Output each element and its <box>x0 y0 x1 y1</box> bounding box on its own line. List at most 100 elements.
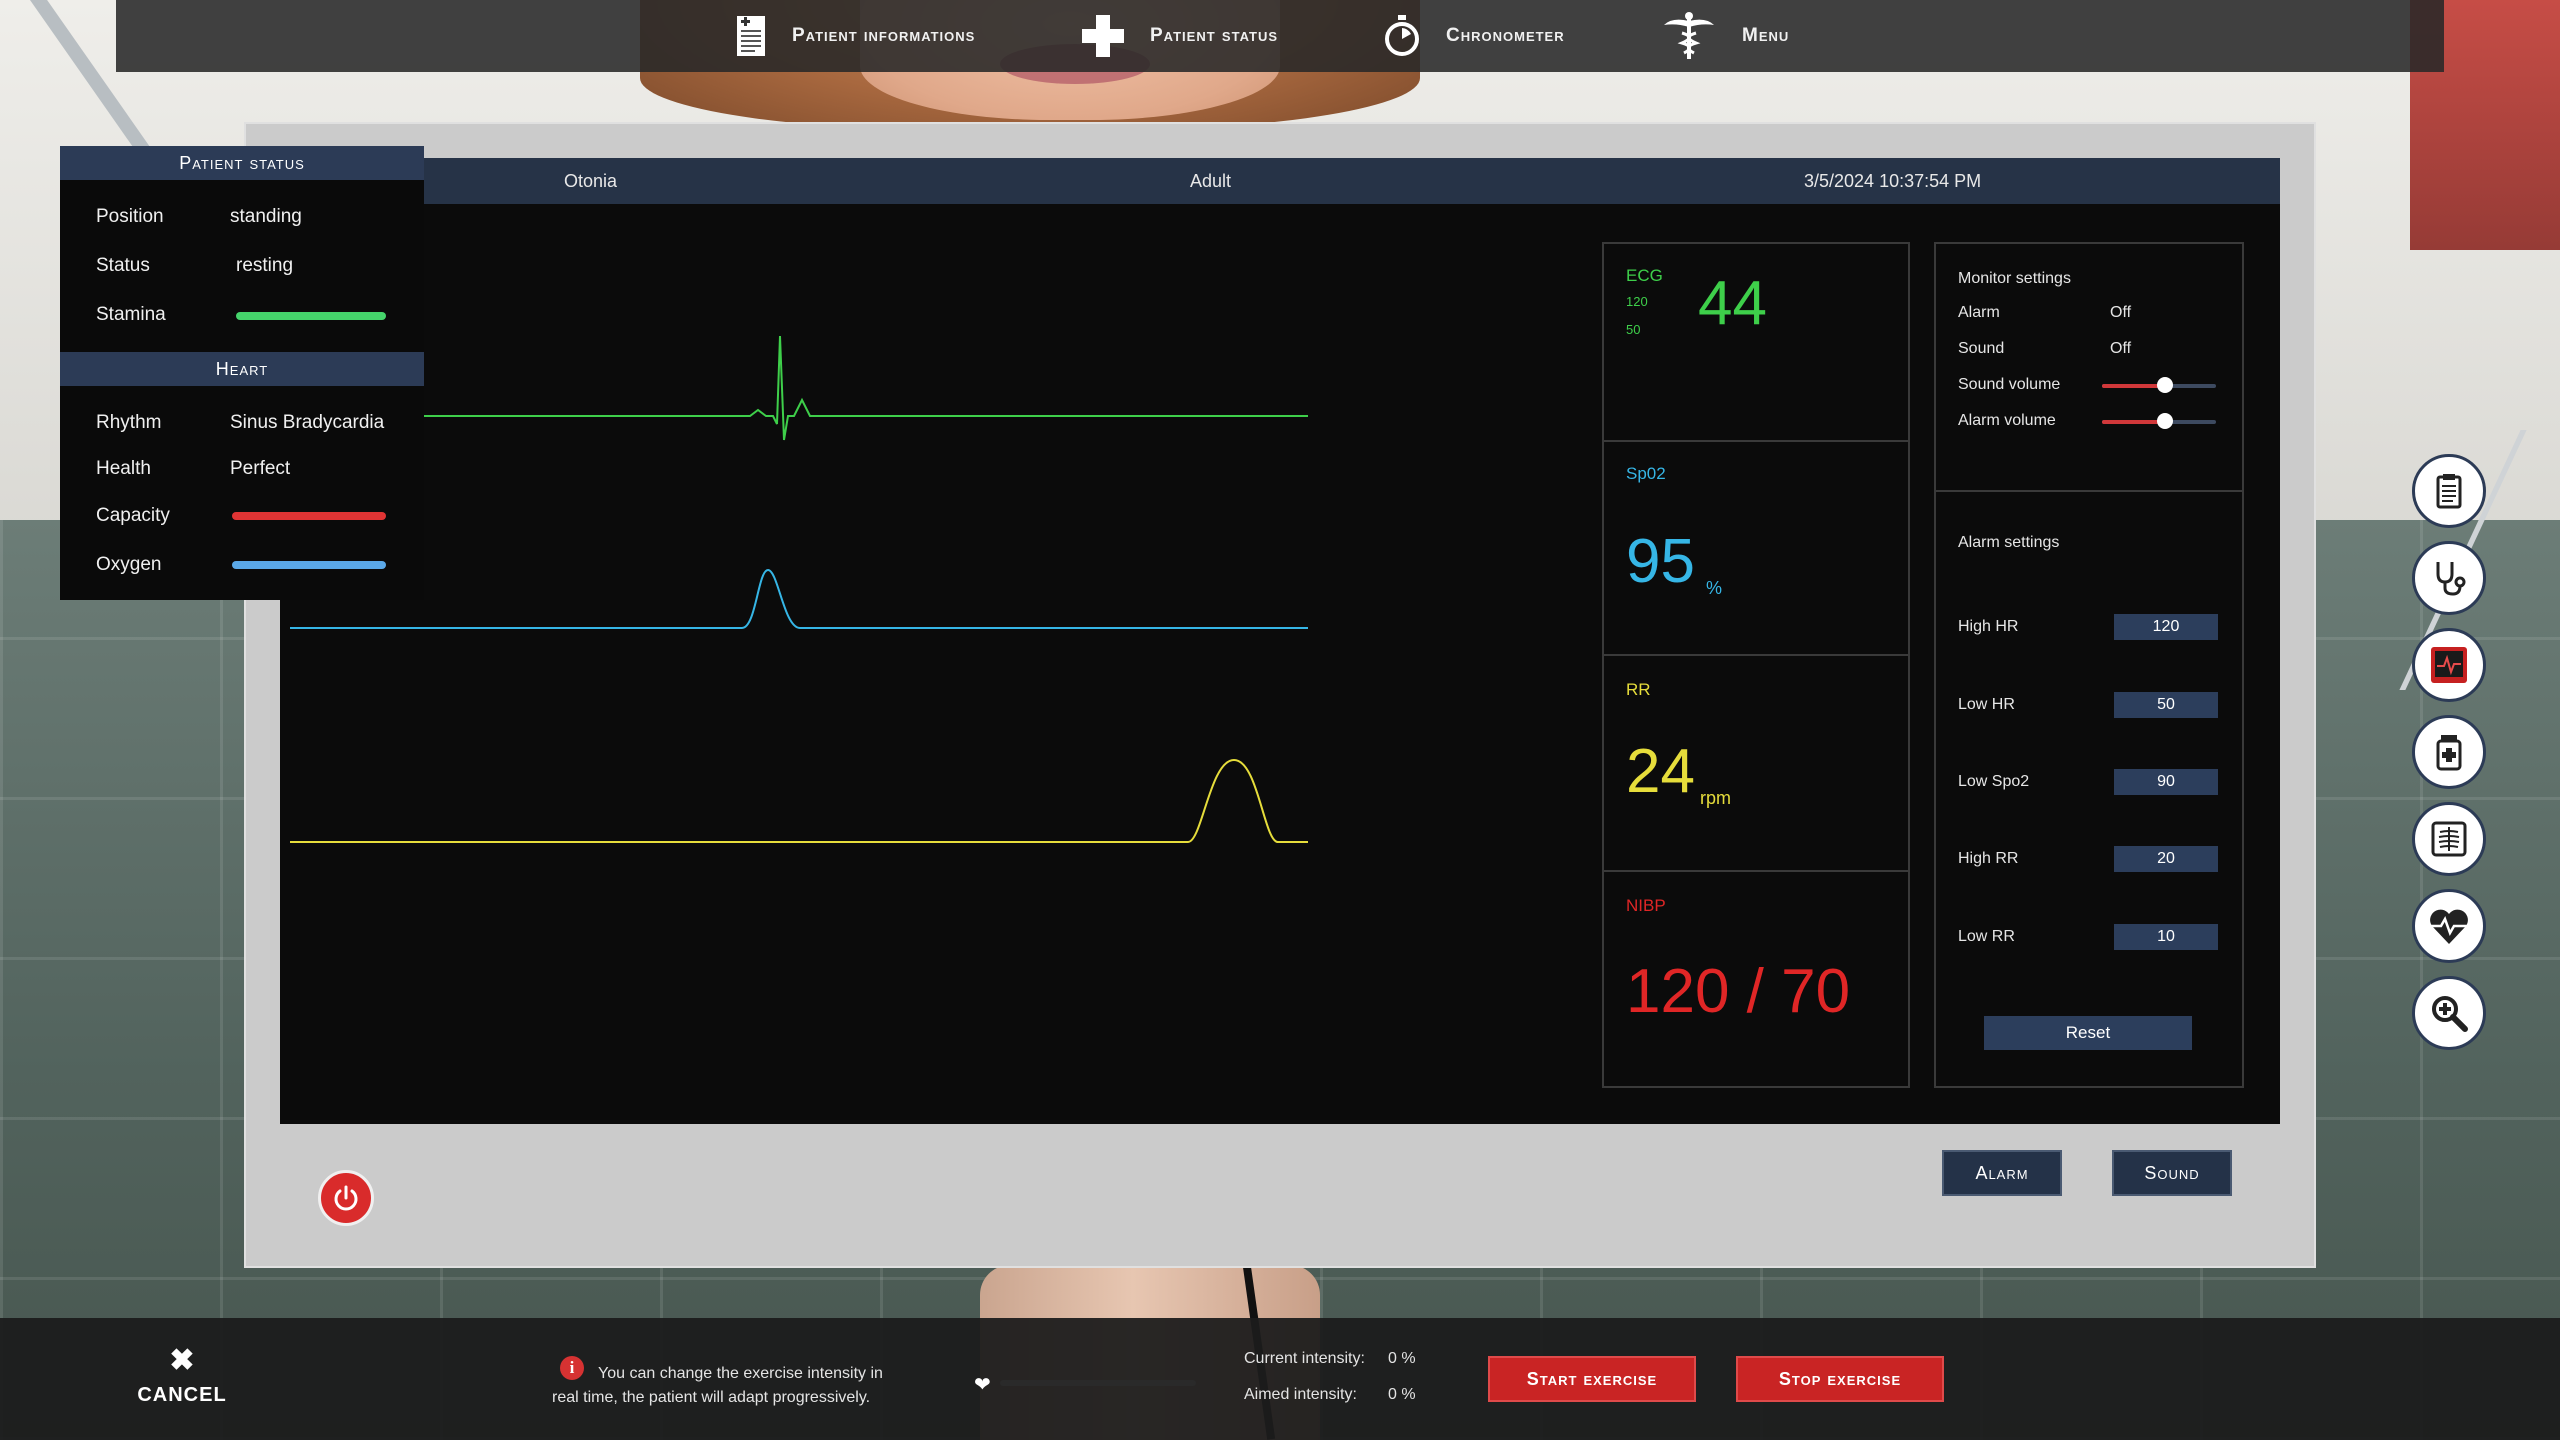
waveform-area <box>280 335 1308 843</box>
heart-title: Heart <box>60 352 424 386</box>
monitor-header: Otonia Adult 3/5/2024 10:37:54 PM <box>280 158 2280 204</box>
high-hr-input[interactable]: 120 <box>2114 614 2218 640</box>
current-intensity-value: 0 % <box>1388 1350 1416 1367</box>
spo2-unit: % <box>1706 578 1723 598</box>
top-menu-patient-informations[interactable]: Patient informations <box>736 0 975 72</box>
clipboard-icon <box>2436 474 2462 509</box>
rr-waveform <box>290 758 1308 843</box>
alarm-volume-handle[interactable] <box>2156 413 2173 429</box>
high-hr-label: High HR <box>1958 618 2019 635</box>
health-value: Perfect <box>230 458 291 479</box>
alarm-volume-fill <box>2102 420 2165 424</box>
capacity-label: Capacity <box>96 505 170 526</box>
cancel-button[interactable]: ✖ CANCEL <box>130 1346 234 1407</box>
low-spo2-input[interactable]: 90 <box>2114 769 2218 795</box>
position-label: Position <box>96 206 164 227</box>
current-intensity-label: Current intensity: <box>1244 1350 1365 1367</box>
oxygen-label: Oxygen <box>96 554 162 575</box>
magnifier-icon <box>2432 996 2468 1032</box>
power-button[interactable] <box>318 1170 374 1226</box>
low-rr-input[interactable]: 10 <box>2114 924 2218 950</box>
stethoscope-button[interactable] <box>2412 541 2486 615</box>
top-menu-label: Chronometer <box>1446 25 1565 46</box>
nibp-value: 120 / 70 <box>1626 957 1851 1026</box>
medicine-icon <box>2436 735 2462 771</box>
patient-status-title: Patient status <box>60 146 424 180</box>
monitor-settings-panel: Monitor settings Alarm Off Sound Off Sou… <box>1934 242 2244 492</box>
sound-button[interactable]: Sound <box>2112 1150 2232 1196</box>
alarm-setting-value[interactable]: Off <box>2110 304 2131 322</box>
magnifier-button[interactable] <box>2412 976 2486 1050</box>
oxygen-bar <box>232 561 386 569</box>
aimed-intensity-label: Aimed intensity: <box>1244 1386 1357 1403</box>
low-hr-input[interactable]: 50 <box>2114 692 2218 718</box>
sound-volume-fill <box>2102 384 2165 388</box>
heart-icon <box>2429 909 2469 944</box>
xray-icon <box>2431 821 2467 857</box>
rhythm-value: Sinus Bradycardia <box>230 412 385 433</box>
intensity-info-text: You can change the exercise intensity in… <box>552 1365 883 1406</box>
high-rr-input[interactable]: 20 <box>2114 846 2218 872</box>
rr-value: 24 <box>1626 737 1695 806</box>
top-menu-chronometer[interactable]: Chronometer <box>1384 0 1565 72</box>
sound-setting-label: Sound <box>1958 340 2005 357</box>
nibp-label: NIBP <box>1626 896 1666 915</box>
ecg-high-limit: 120 <box>1626 294 1648 309</box>
stethoscope-icon <box>2436 562 2466 596</box>
stop-exercise-button[interactable]: Stop exercise <box>1736 1356 1944 1402</box>
stamina-bar <box>236 312 386 320</box>
stamina-label: Stamina <box>96 304 166 325</box>
nibp-panel: NIBP 120 / 70 <box>1602 870 1910 1088</box>
alarm-volume-slider[interactable] <box>2102 413 2216 429</box>
start-exercise-button[interactable]: Start exercise <box>1488 1356 1696 1402</box>
ecg-label: ECG <box>1626 266 1663 285</box>
sound-volume-slider[interactable] <box>2102 377 2216 393</box>
low-spo2-label: Low Spo2 <box>1958 773 2030 790</box>
aimed-intensity-value: 0 % <box>1388 1386 1416 1403</box>
alarm-settings-title: Alarm settings <box>1958 534 2060 551</box>
top-menu-label: Menu <box>1742 25 1790 46</box>
sound-setting-value[interactable]: Off <box>2110 340 2131 358</box>
intensity-heart-icon: ❤ <box>974 1374 991 1396</box>
sound-volume-handle[interactable] <box>2156 377 2173 393</box>
alarm-settings-panel: Alarm settings High HR 120 Low HR 50 Low… <box>1934 490 2244 1088</box>
monitor-datetime: 3/5/2024 10:37:54 PM <box>1804 171 1982 191</box>
medicine-button[interactable] <box>2412 715 2486 789</box>
power-icon <box>334 1185 358 1211</box>
status-value: resting <box>236 255 294 276</box>
monitor-settings-title: Monitor settings <box>1958 270 2071 287</box>
spo2-value: 95 <box>1626 527 1695 596</box>
heart-button[interactable] <box>2412 889 2486 963</box>
ecg-waveform <box>280 335 1308 441</box>
intensity-slider[interactable] <box>1000 1380 1196 1386</box>
position-value: standing <box>230 206 302 227</box>
monitor-icon <box>2431 647 2467 683</box>
top-menu-bar: Patient informations Patient status Chro… <box>116 0 2444 72</box>
top-menu-label: Patient status <box>1150 25 1278 46</box>
low-hr-label: Low HR <box>1958 696 2015 713</box>
reset-button[interactable]: Reset <box>1984 1016 2192 1050</box>
close-icon: ✖ <box>169 1344 195 1377</box>
alarm-button[interactable]: Alarm <box>1942 1150 2062 1196</box>
spo2-label: Sp02 <box>1626 464 1666 483</box>
top-menu-patient-status[interactable]: Patient status <box>1082 0 1278 72</box>
rr-label: RR <box>1626 680 1651 699</box>
stopwatch-icon <box>1385 15 1419 56</box>
health-label: Health <box>96 458 151 479</box>
top-menu-menu[interactable]: Menu <box>1662 0 1789 72</box>
clipboard-button[interactable] <box>2412 454 2486 528</box>
rhythm-label: Rhythm <box>96 412 162 433</box>
alarm-setting-label: Alarm <box>1958 304 2000 321</box>
rr-panel: RR 24 rpm <box>1602 654 1910 872</box>
xray-button[interactable] <box>2412 802 2486 876</box>
medical-cross-icon <box>1082 15 1124 57</box>
capacity-bar <box>232 512 386 520</box>
sound-volume-label: Sound volume <box>1958 376 2061 393</box>
patient-name: Otonia <box>564 171 618 191</box>
caduceus-icon <box>1664 12 1714 59</box>
monitor-screen: Otonia Adult 3/5/2024 10:37:54 PM ECG 12… <box>280 158 2280 1124</box>
cancel-label: CANCEL <box>137 1384 227 1406</box>
monitor-button[interactable] <box>2412 628 2486 702</box>
low-rr-label: Low RR <box>1958 928 2015 945</box>
document-icon <box>737 16 765 56</box>
